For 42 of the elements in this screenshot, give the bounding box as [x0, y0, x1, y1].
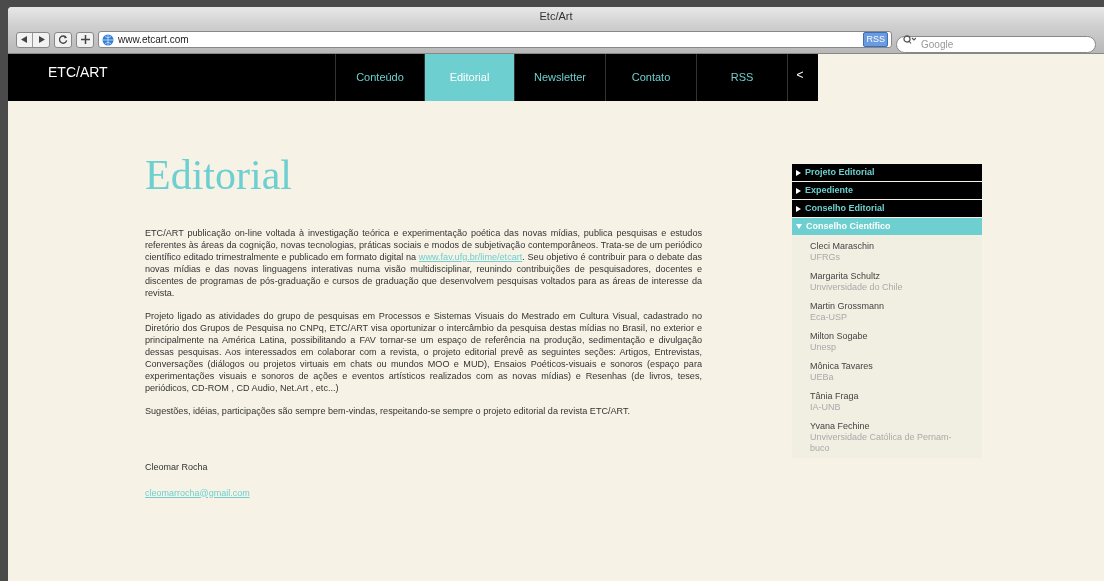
- collapse-button[interactable]: <: [788, 54, 812, 101]
- member-institution: Unviversidade do Chile: [810, 282, 904, 293]
- member-name: Milton Sogabe: [810, 331, 869, 342]
- page-title: Editorial: [145, 151, 292, 199]
- member-institution: IA-UNB: [810, 402, 842, 413]
- add-bookmark-button[interactable]: [76, 31, 94, 48]
- plus-icon: [80, 35, 90, 44]
- site-logo[interactable]: ETC/ART: [48, 62, 335, 101]
- back-forward-control[interactable]: [16, 31, 50, 48]
- reload-icon: [58, 35, 68, 44]
- paragraph: Sugestões, idéias, participações são sempre bem-vindas, respeitando-se sempre o projeto editorial da revista ETC/ART.: [145, 405, 632, 417]
- url-text: www.etcart.com: [118, 33, 190, 47]
- accordion-header[interactable]: Expediente: [792, 182, 982, 199]
- member-name: Yvana Fechine: [810, 421, 871, 432]
- caret-right-icon: [796, 187, 801, 194]
- caret-right-icon: [796, 205, 801, 212]
- paragraph: Projeto ligado as atividades do grupo de pesquisas em Processos e Sistemas Visuais do Mestrado em Cultura Visual, cadastrado no Diretório dos Grupos de Pesquisa no CNPq, ETC/ART visa oportunizar o intercâmbio da pesquisa destas mídias no Brasil, no exterior e principalmente na América Latina, possibilitando a FAV tornar-se um espaço de referência na produção, sedimentação e divulgação dessas pesquisas. Aos interessados em colaborar com a revista, o projeto editorial prevê as seguintes seções: Artigos, Entrevistas, Conversações (diálogos ou projetos virtuais em chats ou mundos MOO e MUD), Ensaios Poéticos-visuais e sonoros (espaço para experimentações visuais e sonoros de ações e eventos artísticos realizados com as novas mídias) e Resenhas (de livros, teses, periódicos, CD-ROM , CD Audio, Net.Art , etc...): [145, 310, 702, 394]
- member-institution: Eca-USP: [810, 312, 848, 323]
- member-name: Cleci Maraschin: [810, 241, 876, 252]
- member-institution: Unesp: [810, 342, 837, 353]
- accordion-header[interactable]: Conselho Editorial: [792, 200, 982, 217]
- window-title: Etc/Art: [539, 9, 573, 25]
- paragraph: ETC/ART publicação on-line voltada à investigação teórica e experimentação poética das novas mídias, publica pesquisas e estudos referentes às áreas da cognição, novas tecnologias, práticas sociais e modos de subjetivação contemporâneos. Trata-se de um periódico científico editado trimestralmente e publicado em formato digital na www.fav.ufg.br/lime/etcart. Seu objetivo é contribuir para o debate das novas mídias e das novas linguagens interativas numa visão multidisciplinar, reunindo contribuições de pesquisadores, docentes e discentes de programas de pós-graduação e cursos de graduação que desenvolvem pesquisas voltados para as áreas de interesse da revista.: [145, 227, 702, 299]
- member-name: Tânia Fraga: [810, 391, 860, 402]
- member-name: Martin Grossmann: [810, 301, 886, 312]
- nav-tab[interactable]: RSS: [697, 54, 788, 101]
- member-institution: UFRGs: [810, 252, 841, 263]
- nav-tab[interactable]: Newsletter: [515, 54, 606, 101]
- member-institution: Unviversidade Católica de Pernam-buco: [810, 432, 953, 454]
- member-institution: UEBa: [810, 372, 835, 383]
- nav-tab[interactable]: Contato: [606, 54, 697, 101]
- caret-right-icon: [796, 169, 801, 176]
- globe-icon: [102, 33, 114, 46]
- accordion-header[interactable]: Projeto Editorial: [792, 164, 982, 181]
- author-name: Cleomar Rocha: [145, 461, 208, 474]
- search-icon: [903, 35, 916, 44]
- address-field[interactable]: www.etcart.com RSS: [98, 31, 892, 48]
- member-name: Margarita Schultz: [810, 271, 882, 282]
- caret-down-icon: [796, 224, 802, 229]
- member-name: Mônica Tavares: [810, 361, 874, 372]
- search-field[interactable]: Google: [896, 36, 1096, 53]
- reload-button[interactable]: [54, 31, 72, 48]
